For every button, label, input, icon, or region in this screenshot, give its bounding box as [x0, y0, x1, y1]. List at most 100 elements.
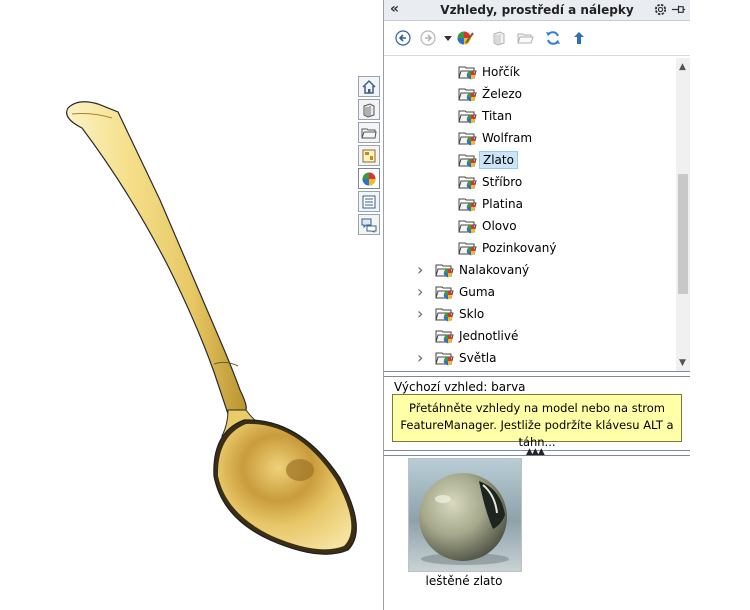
thumbnail-label: leštěné zlato [425, 574, 503, 588]
hint-line-2: FeatureManager. Jestliže podržíte kláves… [400, 418, 674, 449]
tree-item[interactable]: › Světla [384, 347, 676, 369]
tree-scrollbar[interactable]: ▲ ▼ [676, 58, 690, 371]
tree-item[interactable]: Hořčík [384, 61, 676, 83]
forward-button[interactable] [419, 29, 437, 47]
tree-item-label: Platina [482, 197, 523, 211]
tree-item[interactable]: Zlato [384, 149, 676, 171]
graphics-viewport[interactable] [0, 0, 383, 610]
tree-item-label: Pozinkovaný [482, 241, 557, 255]
appearance-folder-icon [458, 217, 478, 235]
tree-item[interactable]: Wolfram [384, 127, 676, 149]
default-appearance-label: Výchozí vzhled: barva [394, 380, 526, 394]
tree-item[interactable]: Titan [384, 105, 676, 127]
tree-item-label: Wolfram [482, 131, 533, 145]
appearance-folder-icon [435, 261, 455, 279]
tree-item[interactable]: Platina [384, 193, 676, 215]
back-button[interactable] [394, 29, 412, 47]
appearance-folder-icon [435, 283, 455, 301]
expand-arrow-icon[interactable]: › [417, 260, 427, 279]
back-icon [395, 30, 411, 46]
spoon-bowl [217, 423, 352, 550]
expand-arrow-icon[interactable]: › [417, 304, 427, 323]
file-explorer-tab[interactable] [358, 122, 380, 143]
tree-item[interactable]: › Nalakovaný [384, 259, 676, 281]
scroll-up-arrow-icon[interactable]: ▲ [679, 62, 686, 72]
appearances-tree[interactable]: Hořčík Železo Titan Wolfram Zlato Stříbro Plat… [384, 58, 690, 371]
scroll-down-arrow-icon[interactable]: ▼ [679, 358, 686, 368]
tree-item-label: Sklo [459, 307, 485, 321]
scrollbar-thumb[interactable] [678, 174, 688, 294]
appearance-folder-icon [458, 63, 478, 81]
task-pane-title: Vzhledy, prostředí a nálepky [440, 3, 634, 17]
tree-item-label: Světla [459, 351, 497, 365]
task-pane-header: « Vzhledy, prostředí a nálepky [384, 0, 690, 21]
appearance-folder-icon [458, 85, 478, 103]
design-library-tab[interactable] [358, 99, 380, 120]
appearance-folder-icon [458, 107, 478, 125]
tree-item-label: Olovo [482, 219, 517, 233]
appearance-folder-icon [435, 305, 455, 323]
forum-tab[interactable] [358, 214, 380, 235]
tree-item[interactable]: Jednotlivé [384, 325, 676, 347]
view-palette-icon [362, 149, 376, 162]
edit-appearance-button[interactable] [456, 29, 474, 47]
appearance-folder-icon [458, 173, 478, 191]
expand-arrow-icon[interactable]: › [417, 282, 427, 301]
parts-library-icon [363, 102, 375, 118]
copy-appearance-icon [493, 31, 505, 46]
custom-properties-tab[interactable] [358, 191, 380, 212]
tree-item[interactable]: › Guma [384, 281, 676, 303]
tree-item-label: Titan [482, 109, 512, 123]
tree-item-label: Guma [459, 285, 495, 299]
dropdown-arrow-icon [444, 36, 452, 41]
tree-item[interactable]: Pozinkovaný [384, 237, 676, 259]
tree-item[interactable]: › Sklo [384, 303, 676, 325]
tree-item-label: Stříbro [482, 175, 523, 189]
spoon-model[interactable] [0, 0, 383, 610]
forum-icon [361, 218, 377, 233]
tree-item-label: Zlato [479, 151, 518, 169]
pin-pane-button[interactable] [671, 2, 686, 20]
custom-properties-icon [362, 195, 376, 208]
pane-splitter[interactable] [384, 371, 690, 377]
appearance-thumbnail[interactable] [408, 458, 522, 572]
appearance-folder-icon [458, 151, 478, 169]
hint-box: Přetáhněte vzhledy na model nebo na stro… [392, 394, 682, 449]
open-folder-icon [517, 33, 534, 44]
appearance-folder-icon [458, 129, 478, 147]
tree-item[interactable]: Olovo [384, 215, 676, 237]
history-dropdown[interactable] [443, 29, 453, 47]
view-palette-tab[interactable] [358, 145, 380, 166]
tree-item[interactable]: Železo [384, 83, 676, 105]
refresh-icon [546, 31, 560, 45]
refresh-button[interactable] [544, 29, 562, 47]
open-folder-button[interactable] [517, 29, 535, 47]
tree-item-label: Hořčík [482, 65, 520, 79]
options-button[interactable] [653, 2, 668, 20]
polished-gold-sphere-image [409, 459, 521, 571]
appearance-folder-icon [458, 239, 478, 257]
copy-appearance-button[interactable] [490, 29, 508, 47]
forward-icon [420, 30, 436, 46]
home-tab[interactable] [358, 76, 380, 97]
appearances-toolbar [384, 21, 690, 56]
tree-item-label: Jednotlivé [459, 329, 519, 343]
splitter-grip-icon[interactable]: ▲▲▲ [526, 447, 545, 457]
expand-arrow-icon[interactable]: › [417, 348, 427, 367]
up-folder-button[interactable] [570, 29, 588, 47]
tree-item-label: Železo [482, 87, 522, 101]
task-pane-tabs [358, 76, 382, 237]
edit-appearance-icon [457, 31, 474, 45]
home-icon [362, 79, 376, 94]
up-folder-icon [574, 32, 584, 44]
appearance-folder-icon [435, 327, 455, 345]
tree-item[interactable]: Stříbro [384, 171, 676, 193]
appearance-folder-icon [435, 349, 455, 367]
hint-line-1: Přetáhněte vzhledy na model nebo na stro… [409, 401, 665, 415]
appearance-folder-icon [458, 195, 478, 213]
bowl-shadow [286, 459, 314, 481]
appearances-icon [362, 172, 376, 185]
pin-icon [671, 5, 686, 14]
task-pane: « Vzhledy, prostředí a nálepky Hořčík Že… [383, 0, 690, 610]
appearances-tab[interactable] [358, 168, 380, 189]
